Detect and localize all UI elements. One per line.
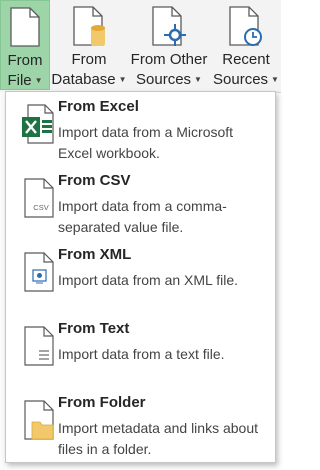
menu-item-title: From Text [58, 320, 130, 337]
menu-item-from-text[interactable]: From Text Import data from a text file. [6, 314, 275, 382]
menu-item-title: From XML [58, 246, 132, 263]
csv-file-icon: CSV [24, 178, 54, 218]
recent-sources-icon [229, 6, 262, 46]
csv-icon-label: CSV [33, 203, 48, 212]
menu-item-description: Import data from an XML file. [58, 272, 238, 288]
menu-item-from-csv[interactable]: CSV From CSV Import data from a comma-se… [6, 166, 275, 235]
xml-file-icon [24, 252, 54, 292]
database-file-icon [73, 6, 105, 46]
menu-item-title: From Folder [58, 394, 146, 411]
recent-sources-label-line1: Recent [222, 51, 270, 68]
ribbon: From File ▼ From Database ▼ From Other Sou… [0, 0, 281, 93]
from-database-button[interactable]: From Database ▼ [51, 0, 127, 90]
from-other-sources-label-line1: From Other [130, 51, 208, 68]
menu-item-title: From Excel [58, 98, 139, 115]
menu-item-from-folder[interactable]: From Folder Import metadata and links ab… [6, 388, 275, 457]
file-icon [10, 7, 40, 47]
from-other-sources-label-line2: Sources [136, 71, 192, 88]
from-file-label-line2: File [7, 72, 32, 89]
chevron-down-icon: ▼ [194, 75, 202, 85]
chevron-down-icon: ▼ [118, 75, 127, 85]
folder-file-icon [24, 400, 54, 440]
chevron-down-icon: ▼ [271, 75, 279, 85]
excel-file-icon [22, 104, 54, 144]
recent-sources-button[interactable]: Recent Sources ▼ [211, 0, 281, 90]
from-database-label-line1: From [71, 51, 107, 68]
menu-item-description: Import data from a Microsoft Excel workb… [58, 124, 234, 161]
menu-item-from-excel[interactable]: From Excel Import data from a Microsoft … [6, 92, 275, 161]
menu-item-description: Import data from a text file. [58, 346, 225, 362]
from-other-sources-button[interactable]: From Other Sources ▼ [128, 0, 210, 90]
chevron-down-icon: ▼ [34, 76, 43, 86]
menu-item-title: From CSV [58, 172, 131, 189]
other-sources-icon [152, 6, 186, 46]
menu-item-description: Import metadata and links about files in… [58, 420, 259, 457]
from-database-label-line2: Database [51, 71, 116, 88]
recent-sources-label-line2: Sources [213, 71, 269, 88]
menu-item-description: Import data from a comma-separated value… [58, 198, 227, 235]
text-file-icon [24, 326, 54, 366]
from-file-button[interactable]: From File ▼ [0, 0, 50, 90]
menu-item-from-xml[interactable]: From XML Import data from an XML file. [6, 240, 275, 308]
from-file-label-line1: From [7, 52, 43, 69]
from-file-dropdown-menu: From Excel Import data from a Microsoft … [5, 91, 276, 463]
